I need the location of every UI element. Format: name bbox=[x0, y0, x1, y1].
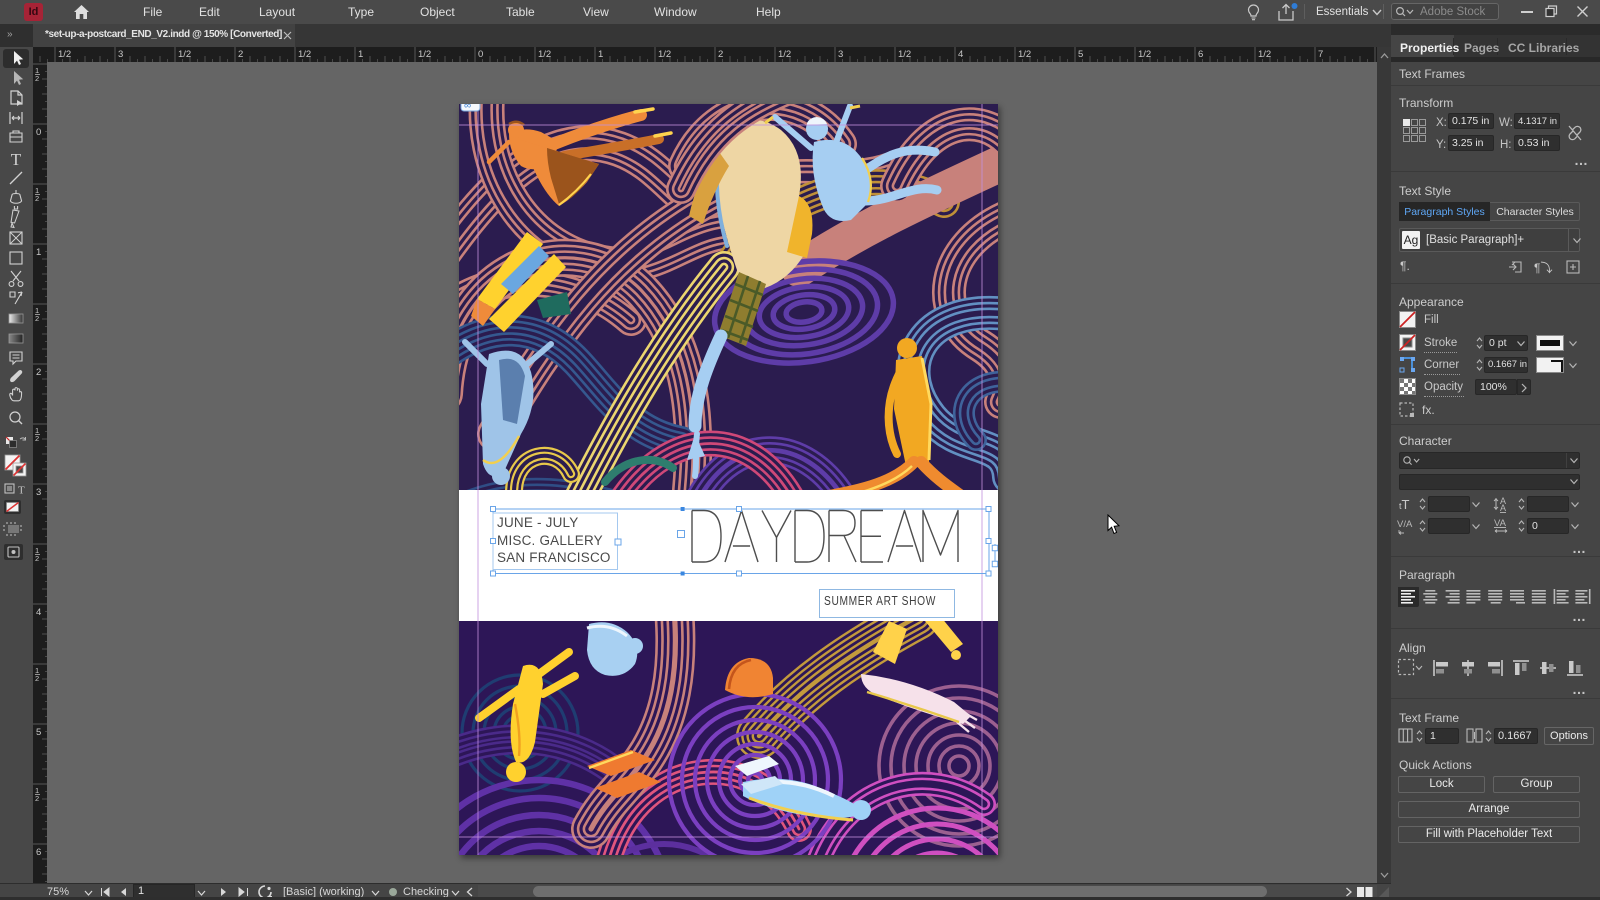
svg-text:2: 2 bbox=[35, 434, 39, 443]
svg-text:A: A bbox=[1500, 503, 1506, 513]
svg-text:2: 2 bbox=[35, 74, 39, 83]
svg-text:∞: ∞ bbox=[464, 104, 471, 112]
svg-text:5: 5 bbox=[36, 727, 41, 738]
svg-text:6: 6 bbox=[1198, 49, 1203, 60]
svg-text:3: 3 bbox=[36, 487, 41, 498]
svg-text:1/2: 1/2 bbox=[1258, 49, 1271, 60]
svg-text:2: 2 bbox=[35, 194, 39, 203]
svg-text:1/2: 1/2 bbox=[898, 49, 911, 60]
svg-text:3: 3 bbox=[838, 49, 843, 60]
svg-text:1: 1 bbox=[36, 247, 41, 258]
svg-text:JUNE - JULY: JUNE - JULY bbox=[497, 515, 578, 530]
svg-text:0: 0 bbox=[478, 49, 483, 60]
svg-text:2: 2 bbox=[238, 49, 243, 60]
svg-text:2: 2 bbox=[35, 314, 39, 323]
svg-text:2: 2 bbox=[718, 49, 723, 60]
svg-text:0: 0 bbox=[36, 127, 41, 138]
svg-text:1/2: 1/2 bbox=[538, 49, 551, 60]
svg-text:1/2: 1/2 bbox=[1138, 49, 1151, 60]
svg-text:MISC. GALLERY: MISC. GALLERY bbox=[497, 533, 603, 548]
svg-text:6: 6 bbox=[36, 847, 41, 858]
svg-text:T: T bbox=[11, 150, 22, 169]
svg-text:1/2: 1/2 bbox=[178, 49, 191, 60]
svg-text:1/2: 1/2 bbox=[298, 49, 311, 60]
svg-text:7: 7 bbox=[1318, 49, 1323, 60]
svg-text:5: 5 bbox=[1078, 49, 1083, 60]
svg-text:2: 2 bbox=[35, 554, 39, 563]
svg-text:SUMMER ART SHOW: SUMMER ART SHOW bbox=[824, 593, 936, 608]
svg-text:1: 1 bbox=[598, 49, 603, 60]
svg-text:4: 4 bbox=[36, 607, 41, 618]
svg-text:VA: VA bbox=[1494, 518, 1507, 529]
svg-text:2: 2 bbox=[36, 367, 41, 378]
svg-text:3: 3 bbox=[118, 49, 123, 60]
svg-text:1/2: 1/2 bbox=[418, 49, 431, 60]
svg-text:1: 1 bbox=[358, 49, 363, 60]
svg-text:4: 4 bbox=[958, 49, 963, 60]
svg-text:1/2: 1/2 bbox=[658, 49, 671, 60]
svg-text:1/2: 1/2 bbox=[58, 49, 71, 60]
svg-text:V/A: V/A bbox=[1397, 519, 1413, 530]
svg-text:1/2: 1/2 bbox=[1018, 49, 1031, 60]
svg-text:1/2: 1/2 bbox=[778, 49, 791, 60]
svg-text:SAN FRANCISCO: SAN FRANCISCO bbox=[497, 550, 611, 565]
svg-text:2: 2 bbox=[35, 674, 39, 683]
svg-text:2: 2 bbox=[35, 794, 39, 803]
svg-text:T: T bbox=[18, 485, 25, 497]
